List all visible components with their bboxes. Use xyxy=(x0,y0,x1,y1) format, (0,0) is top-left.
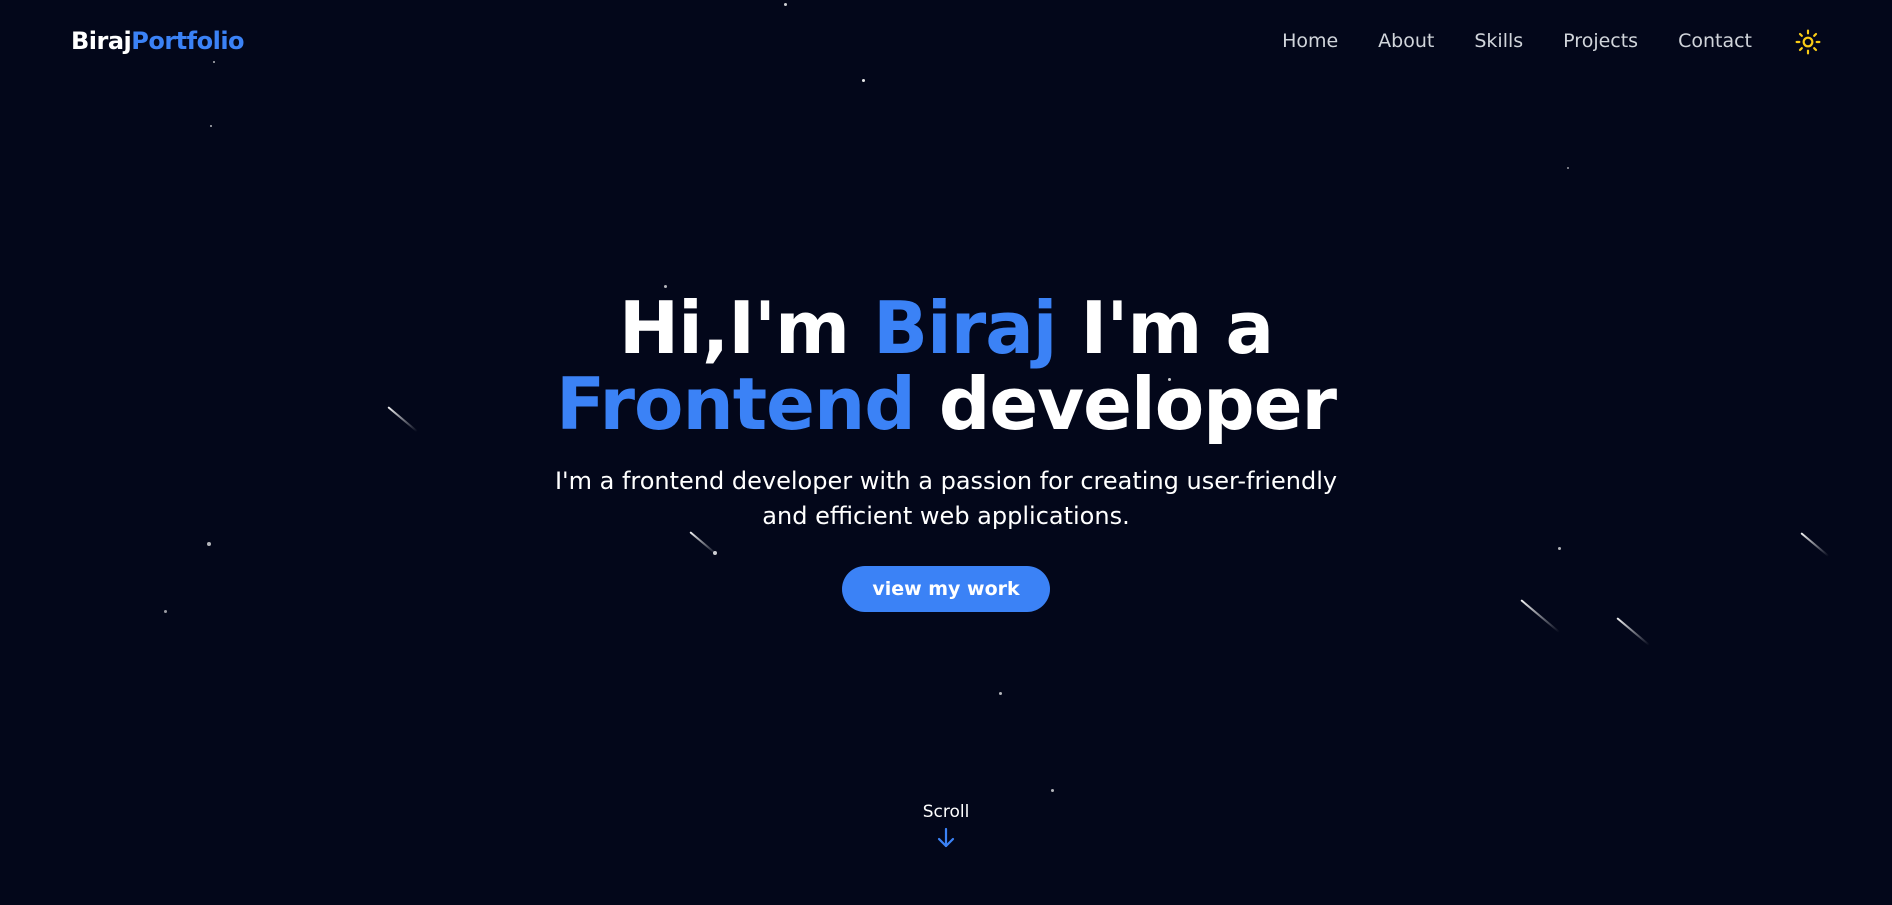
hero-title: Hi,I'm Biraj I'm a Frontend developer xyxy=(446,290,1446,442)
theme-toggle-button[interactable] xyxy=(1795,29,1821,55)
nav-link-skills[interactable]: Skills xyxy=(1474,30,1523,52)
sun-icon xyxy=(1795,29,1821,55)
nav-link-home[interactable]: Home xyxy=(1282,30,1338,52)
star xyxy=(999,692,1002,695)
hero-title-name: Biraj xyxy=(873,286,1057,370)
hero-title-suffix: developer xyxy=(914,362,1337,446)
navbar: BirajPortfolio Home About Skills Project… xyxy=(0,0,1892,86)
star xyxy=(1567,167,1569,169)
nav-link-about[interactable]: About xyxy=(1378,30,1434,52)
logo-first-part: Biraj xyxy=(71,27,132,55)
hero-title-connector: I'm a xyxy=(1056,286,1275,370)
hero-subtitle: I'm a frontend developer with a passion … xyxy=(554,467,1338,530)
scroll-indicator[interactable]: Scroll xyxy=(0,802,1892,850)
view-my-work-button[interactable]: view my work xyxy=(842,566,1050,612)
portfolio-page: BirajPortfolio Home About Skills Project… xyxy=(0,0,1892,905)
arrow-down-icon xyxy=(937,827,955,848)
hero-title-greeting: Hi,I'm xyxy=(618,286,874,370)
nav-link-contact[interactable]: Contact xyxy=(1678,30,1752,52)
star xyxy=(210,125,212,127)
logo-second-part: Portfolio xyxy=(131,27,245,55)
hero-section: Hi,I'm Biraj I'm a Frontend developer I'… xyxy=(0,290,1892,612)
nav-links: Home About Skills Projects Contact xyxy=(1282,30,1752,52)
logo[interactable]: BirajPortfolio xyxy=(71,27,245,55)
hero-title-role: Frontend xyxy=(555,362,916,446)
shooting-star xyxy=(1616,617,1650,646)
star xyxy=(1051,789,1054,792)
scroll-label: Scroll xyxy=(922,802,970,822)
nav-link-projects[interactable]: Projects xyxy=(1563,30,1638,52)
